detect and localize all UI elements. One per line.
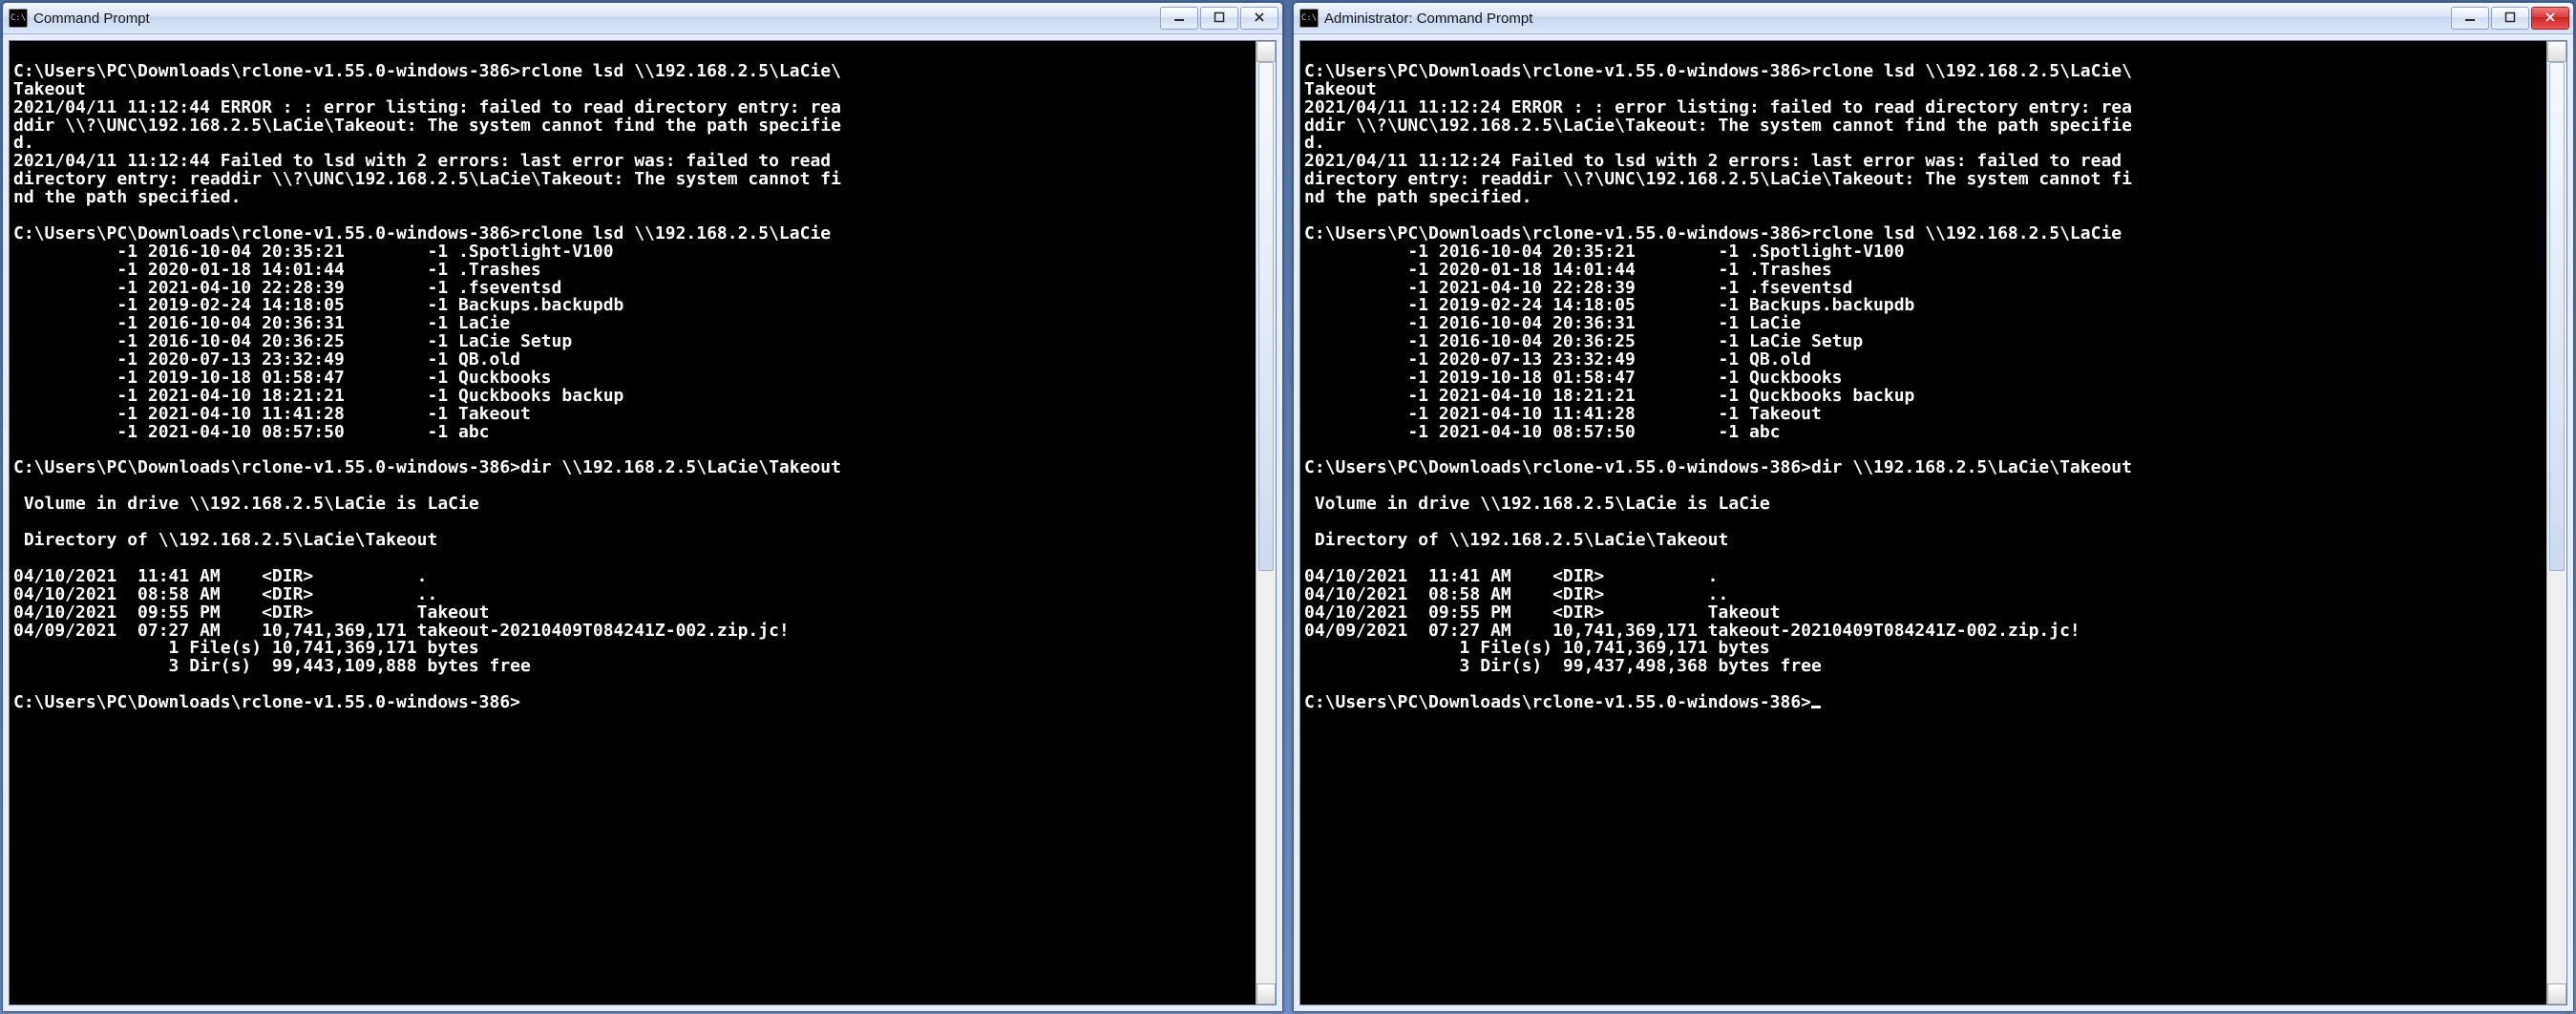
window-title: Administrator: Command Prompt — [1324, 11, 2451, 27]
window-buttons — [2451, 7, 2569, 30]
close-button[interactable] — [2531, 7, 2569, 30]
close-icon — [1254, 11, 1265, 26]
scroll-up-button[interactable] — [1256, 41, 1276, 62]
scroll-thumb[interactable] — [2549, 62, 2565, 571]
minimize-button[interactable] — [2451, 7, 2489, 30]
scroll-down-button[interactable] — [2547, 983, 2566, 1004]
scroll-up-button[interactable] — [2547, 41, 2566, 62]
min-icon — [1173, 11, 1185, 26]
maximize-button[interactable] — [1200, 7, 1238, 30]
min-icon — [2464, 11, 2476, 26]
scroll-track[interactable] — [1256, 62, 1276, 983]
scroll-thumb[interactable] — [1258, 62, 1274, 571]
scroll-track[interactable] — [2547, 62, 2566, 983]
close-button[interactable] — [1240, 7, 1278, 30]
minimize-button[interactable] — [1160, 7, 1198, 30]
close-icon — [2544, 11, 2556, 26]
max-icon — [1214, 11, 1225, 26]
vertical-scrollbar[interactable] — [1256, 41, 1276, 1004]
window-title: Command Prompt — [33, 11, 1160, 27]
terminal-client: C:\Users\PC\Downloads\rclone-v1.55.0-win… — [1299, 40, 2567, 1005]
terminal-client: C:\Users\PC\Downloads\rclone-v1.55.0-win… — [9, 40, 1277, 1005]
cmd-icon: C:\ — [9, 9, 28, 28]
terminal-output[interactable]: C:\Users\PC\Downloads\rclone-v1.55.0-win… — [10, 41, 1256, 1004]
terminal-output[interactable]: C:\Users\PC\Downloads\rclone-v1.55.0-win… — [1300, 41, 2546, 1004]
cmd-window-admin: C:\ Administrator: Command Prompt C:\User… — [1293, 2, 2574, 1012]
maximize-button[interactable] — [2491, 7, 2529, 30]
cursor — [1811, 706, 1821, 708]
titlebar[interactable]: C:\ Administrator: Command Prompt — [1294, 3, 2573, 34]
window-buttons — [1160, 7, 1278, 30]
vertical-scrollbar[interactable] — [2546, 41, 2566, 1004]
cmd-window-user: C:\ Command Prompt C:\Users\PC\Downloads\… — [2, 2, 1283, 1012]
cmd-icon: C:\ — [1299, 9, 1319, 28]
max-icon — [2504, 11, 2516, 26]
scroll-down-button[interactable] — [1256, 983, 1276, 1004]
titlebar[interactable]: C:\ Command Prompt — [3, 3, 1282, 34]
